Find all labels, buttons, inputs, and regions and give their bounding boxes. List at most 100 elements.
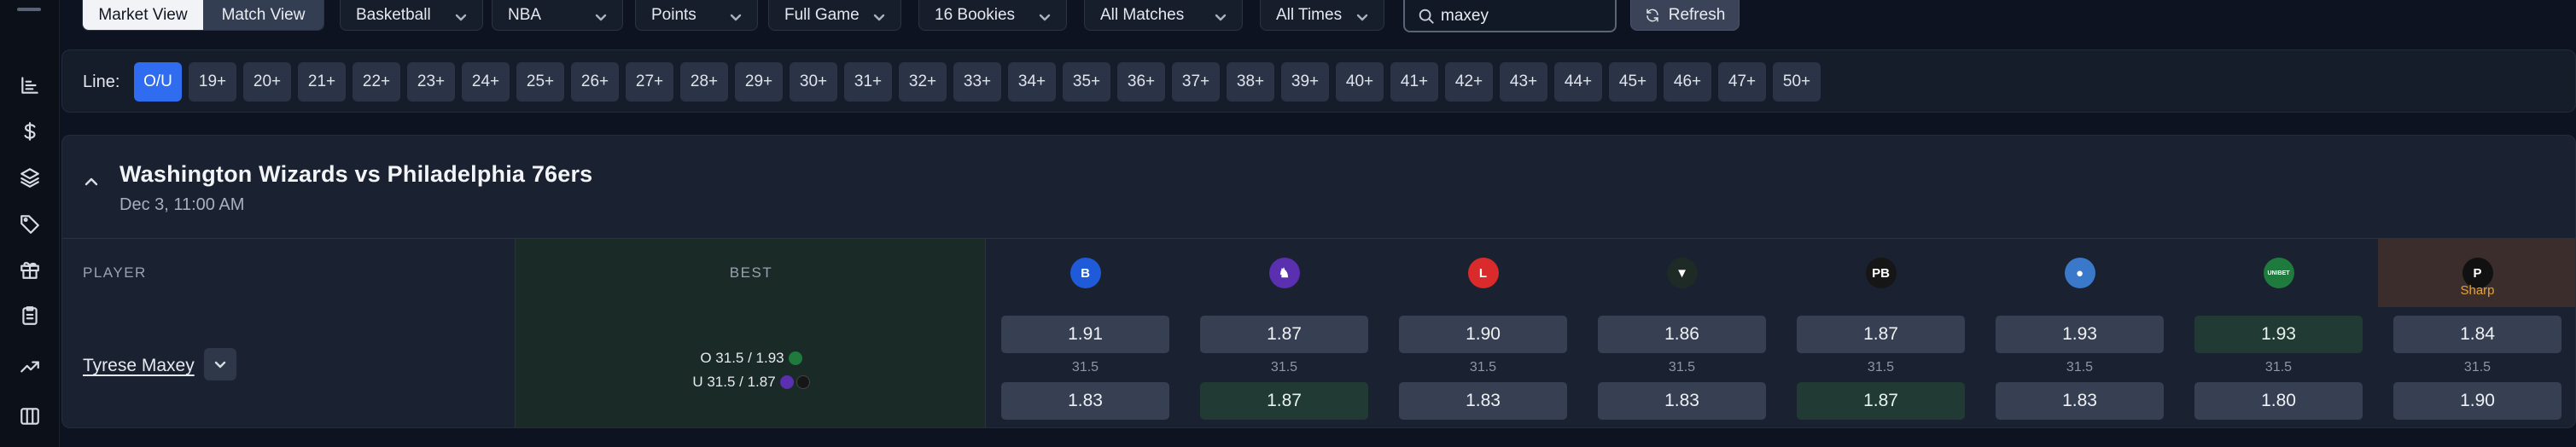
- matches-dropdown-value: All Matches: [1100, 6, 1185, 24]
- market-dropdown-value: Points: [651, 6, 696, 24]
- layers-icon[interactable]: [16, 164, 44, 191]
- bookmaker-logo-icon: ●: [2064, 258, 2095, 288]
- line-option-ou[interactable]: O/U: [134, 62, 182, 102]
- refresh-label: Refresh: [1668, 6, 1726, 24]
- over-odds-button[interactable]: 1.84: [2393, 316, 2561, 353]
- line-option-40plus[interactable]: 40+: [1336, 62, 1384, 102]
- line-option-44plus[interactable]: 44+: [1554, 62, 1602, 102]
- line-option-30plus[interactable]: 30+: [790, 62, 837, 102]
- line-option-27plus[interactable]: 27+: [626, 62, 673, 102]
- line-option-33plus[interactable]: 33+: [953, 62, 1001, 102]
- refresh-button[interactable]: Refresh: [1630, 0, 1740, 31]
- search-input[interactable]: [1441, 7, 1603, 26]
- line-option-47plus[interactable]: 47+: [1718, 62, 1766, 102]
- period-dropdown[interactable]: Full Game: [768, 0, 901, 31]
- over-odds-button[interactable]: 1.91: [1001, 316, 1169, 353]
- matches-dropdown[interactable]: All Matches: [1084, 0, 1243, 31]
- line-option-35plus[interactable]: 35+: [1063, 62, 1110, 102]
- gift-icon[interactable]: [16, 256, 44, 283]
- league-dropdown[interactable]: NBA: [492, 0, 623, 31]
- line-option-23plus[interactable]: 23+: [407, 62, 455, 102]
- bookmaker-column: ♞ 1.87 31.5 1.87: [1185, 239, 1384, 427]
- under-odds-button[interactable]: 1.83: [1996, 382, 2164, 420]
- chart-bars-icon[interactable]: [16, 72, 44, 99]
- line-value: 31.5: [2066, 360, 2094, 374]
- match-view-button[interactable]: Match View: [203, 0, 323, 30]
- line-option-50plus[interactable]: 50+: [1773, 62, 1821, 102]
- match-title: Washington Wizards vs Philadelphia 76ers: [119, 161, 593, 187]
- search-box: [1403, 0, 1617, 32]
- over-odds-button[interactable]: 1.87: [1797, 316, 1965, 353]
- line-option-34plus[interactable]: 34+: [1008, 62, 1056, 102]
- best-over-text: O 31.5 / 1.93: [700, 350, 784, 366]
- chevron-up-icon[interactable]: [81, 171, 102, 192]
- sharp-label: Sharp: [2460, 283, 2495, 298]
- line-option-21plus[interactable]: 21+: [298, 62, 346, 102]
- chevron-down-icon: [730, 9, 742, 21]
- line-option-45plus[interactable]: 45+: [1609, 62, 1657, 102]
- search-icon: [1419, 9, 1434, 24]
- line-option-19plus[interactable]: 19+: [189, 62, 236, 102]
- player-name-link[interactable]: Tyrese Maxey: [83, 356, 195, 376]
- bookmaker-logo-icon: ♞: [1268, 258, 1300, 288]
- bookmaker-column: L 1.90 31.5 1.83: [1384, 239, 1582, 427]
- bookmaker-column: PB 1.87 31.5 1.87: [1781, 239, 1980, 427]
- line-option-43plus[interactable]: 43+: [1500, 62, 1547, 102]
- bookmaker-logo-icon: B: [1069, 258, 1101, 288]
- player-column: PLAYER Tyrese Maxey: [62, 239, 515, 427]
- sport-dropdown-value: Basketball: [356, 6, 431, 24]
- over-odds-button[interactable]: 1.90: [1399, 316, 1567, 353]
- line-value: 31.5: [2264, 360, 2293, 374]
- over-odds-button[interactable]: 1.86: [1598, 316, 1766, 353]
- line-value: 31.5: [1071, 360, 1099, 374]
- under-odds-button[interactable]: 1.87: [1200, 382, 1368, 420]
- line-option-41plus[interactable]: 41+: [1390, 62, 1438, 102]
- under-odds-button[interactable]: 1.83: [1399, 382, 1567, 420]
- chevron-down-icon: [214, 361, 226, 369]
- unibet-mini-icon: [788, 351, 802, 365]
- under-odds-button[interactable]: 1.87: [1797, 382, 1965, 420]
- bookmaker-logo-icon: L: [1467, 258, 1499, 288]
- bookmaker-logo-icon: UNIBET: [2263, 258, 2294, 288]
- line-option-32plus[interactable]: 32+: [899, 62, 947, 102]
- columns-icon[interactable]: [16, 403, 44, 430]
- best-under: U 31.5 / 1.87: [516, 374, 987, 391]
- line-option-31plus[interactable]: 31+: [844, 62, 892, 102]
- trending-up-icon[interactable]: [16, 353, 44, 380]
- line-option-39plus[interactable]: 39+: [1281, 62, 1329, 102]
- clipboard-icon[interactable]: [16, 302, 44, 329]
- chevron-down-icon: [1356, 9, 1368, 21]
- line-option-29plus[interactable]: 29+: [735, 62, 783, 102]
- bookie-mini-icon: [779, 375, 794, 389]
- line-option-36plus[interactable]: 36+: [1117, 62, 1165, 102]
- bookies-dropdown-value: 16 Bookies: [935, 6, 1016, 24]
- line-option-25plus[interactable]: 25+: [516, 62, 564, 102]
- over-odds-button[interactable]: 1.87: [1200, 316, 1368, 353]
- tag-icon[interactable]: [16, 210, 44, 237]
- under-odds-button[interactable]: 1.80: [2194, 382, 2363, 420]
- line-option-26plus[interactable]: 26+: [571, 62, 619, 102]
- line-option-24plus[interactable]: 24+: [462, 62, 510, 102]
- over-odds-button[interactable]: 1.93: [1996, 316, 2164, 353]
- line-option-38plus[interactable]: 38+: [1227, 62, 1274, 102]
- line-option-42plus[interactable]: 42+: [1445, 62, 1493, 102]
- market-view-button[interactable]: Market View: [83, 0, 203, 30]
- line-option-37plus[interactable]: 37+: [1172, 62, 1220, 102]
- over-odds-button[interactable]: 1.93: [2194, 316, 2363, 353]
- market-dropdown[interactable]: Points: [635, 0, 758, 31]
- under-odds-button[interactable]: 1.90: [2393, 382, 2561, 420]
- times-dropdown[interactable]: All Times: [1260, 0, 1384, 31]
- bookies-dropdown[interactable]: 16 Bookies: [918, 0, 1067, 31]
- line-option-46plus[interactable]: 46+: [1664, 62, 1711, 102]
- player-expand-button[interactable]: [204, 348, 236, 380]
- chevron-down-icon: [595, 9, 607, 21]
- sport-dropdown[interactable]: Basketball: [340, 0, 483, 31]
- line-option-28plus[interactable]: 28+: [680, 62, 728, 102]
- pb-mini-icon: [796, 375, 810, 389]
- line-option-22plus[interactable]: 22+: [353, 62, 400, 102]
- under-odds-button[interactable]: 1.83: [1598, 382, 1766, 420]
- line-option-20plus[interactable]: 20+: [243, 62, 291, 102]
- dollar-icon[interactable]: [16, 118, 44, 145]
- line-label: Line:: [83, 73, 120, 91]
- under-odds-button[interactable]: 1.83: [1001, 382, 1169, 420]
